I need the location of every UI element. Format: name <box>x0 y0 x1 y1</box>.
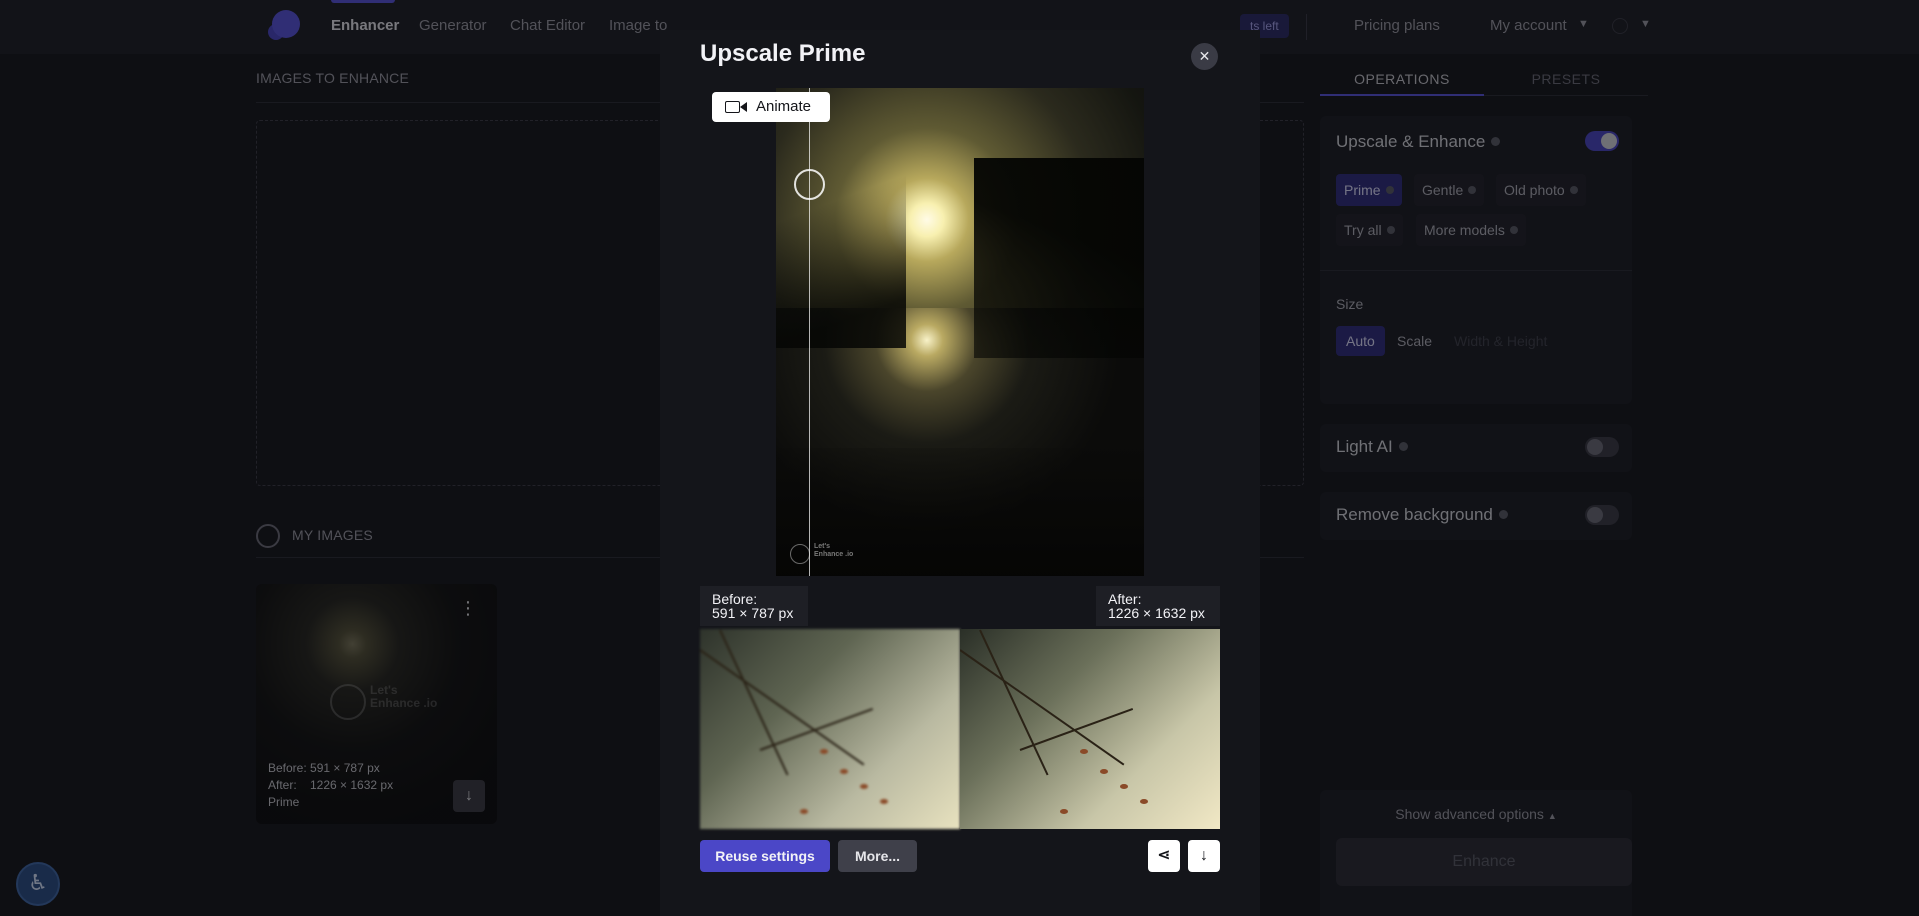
close-icon[interactable]: ✕ <box>1191 43 1218 70</box>
before-size: 591 × 787 px <box>712 605 794 621</box>
download-icon[interactable]: ↓ <box>1188 840 1220 872</box>
watermark-logo <box>790 544 810 564</box>
before-crop-image <box>700 629 960 829</box>
compare-slider-line[interactable] <box>809 88 810 576</box>
video-camera-lens <box>740 102 747 112</box>
animate-label: Animate <box>756 98 812 115</box>
compare-slider-handle[interactable] <box>794 169 825 200</box>
watermark-text: Let's Enhance .io <box>814 543 854 558</box>
more-button[interactable]: More... <box>838 840 917 872</box>
modal-title: Upscale Prime <box>700 40 866 67</box>
after-crop-image <box>960 629 1220 829</box>
comparison-image[interactable] <box>776 88 1144 576</box>
before-title: Before: <box>712 591 758 607</box>
before-label: Before: 591 × 787 px <box>700 586 808 626</box>
photo-trees-right <box>974 158 1144 358</box>
after-label: After: 1226 × 1632 px <box>1096 586 1220 626</box>
after-title: After: <box>1108 591 1142 607</box>
reuse-settings-button[interactable]: Reuse settings <box>700 840 830 872</box>
after-size: 1226 × 1632 px <box>1108 605 1205 621</box>
video-camera-icon <box>725 101 740 113</box>
share-icon[interactable]: ⋖ <box>1148 840 1180 872</box>
animate-button[interactable]: Animate <box>712 92 830 122</box>
